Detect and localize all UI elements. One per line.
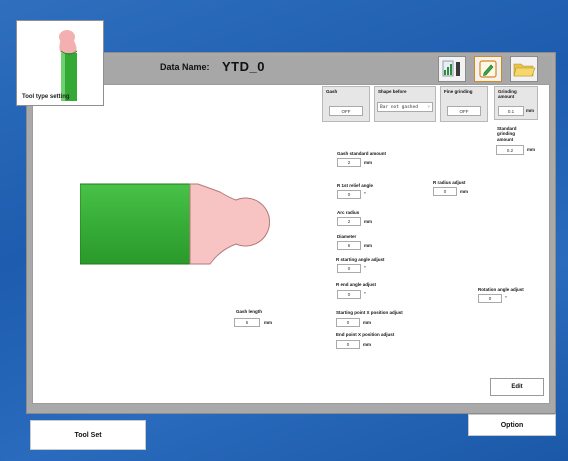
gash-length-label: Gash length <box>236 309 263 314</box>
starting-point-x-position-adjust-unit: mm <box>363 320 372 325</box>
standard-grinding-amount-unit: mm <box>527 147 536 152</box>
r-1st-relief-angle-label: R 1st relief angle <box>337 183 374 188</box>
r-end-angle-adjust-input[interactable]: 0 <box>337 290 361 299</box>
shape-before-label: Shape before <box>378 89 407 94</box>
grinding-amount-unit: mm <box>526 108 535 113</box>
gash-label: Gash <box>326 89 338 94</box>
gash-length-unit: mm <box>264 320 273 325</box>
tool-set-button[interactable]: Tool Set <box>30 420 146 450</box>
r-starting-angle-adjust-unit: ° <box>364 265 366 270</box>
starting-point-x-position-adjust-label: Starting point X position adjust <box>336 310 403 315</box>
end-point-x-position-adjust-unit: mm <box>363 342 372 347</box>
pencil-icon <box>479 60 497 78</box>
diameter-label: Diameter <box>337 234 357 239</box>
data-name-value: YTD_0 <box>222 59 265 74</box>
tool-type-caption: Tool type setting <box>22 94 70 100</box>
chevron-down-icon: ˅ <box>427 105 430 110</box>
r-1st-relief-angle-unit: ° <box>364 191 366 196</box>
gash-standard-amount-unit: mm <box>364 160 373 165</box>
r-radius-adjust-label: R radius adjust <box>433 180 466 185</box>
data-name-label: Data Name: <box>160 62 210 72</box>
tool-thumbnail-icon <box>59 30 78 101</box>
chart-icon <box>442 60 460 77</box>
shape-before-value: Bar not gashed <box>380 104 418 110</box>
end-point-x-position-adjust-input[interactable]: 0 <box>336 340 360 349</box>
fine-grinding-toggle[interactable]: OFF <box>447 106 481 116</box>
r-radius-adjust-unit: mm <box>460 189 469 194</box>
edit-pencil-button[interactable] <box>474 56 502 82</box>
r-end-angle-adjust-label: R end angle adjust <box>336 282 377 287</box>
r-radius-adjust-input[interactable]: 0 <box>433 187 457 196</box>
standard-grinding-amount-input[interactable]: 0.2 <box>496 145 524 155</box>
grinding-amount-input[interactable]: 0.1 <box>498 106 524 116</box>
fine-grinding-label: Fine grinding <box>444 89 473 94</box>
r-starting-angle-adjust-input[interactable]: 0 <box>337 264 361 273</box>
arc-radius-input[interactable]: 2 <box>337 217 361 226</box>
rotation-angle-adjust-unit: ° <box>505 295 507 300</box>
shape-before-select[interactable]: Bar not gashed ˅ <box>377 102 433 112</box>
standard-grinding-amount-label: Standard grinding amount <box>497 126 517 142</box>
diameter-input[interactable]: 6 <box>337 241 361 250</box>
r-end-angle-adjust-unit: ° <box>364 291 366 296</box>
gash-box: Gash <box>322 86 370 122</box>
folder-button[interactable] <box>510 56 538 82</box>
end-point-x-position-adjust-label: End point X position adjust <box>336 332 395 337</box>
diameter-unit: mm <box>364 243 373 248</box>
gash-length-input[interactable]: 5 <box>234 318 260 327</box>
arc-radius-unit: mm <box>364 219 373 224</box>
option-button[interactable]: Option <box>468 414 556 436</box>
grinding-amount-label: Grinding amount <box>498 89 517 100</box>
r-1st-relief-angle-input[interactable]: 0 <box>337 190 361 199</box>
gash-standard-amount-label: Gash standard amount <box>337 151 387 156</box>
arc-radius-label: Arc radius <box>337 210 360 215</box>
rotation-angle-adjust-label: Rotation angle adjust <box>478 287 524 292</box>
r-starting-angle-adjust-label: R starting angle adjust <box>336 257 385 262</box>
chart-button[interactable] <box>438 56 466 82</box>
starting-point-x-position-adjust-input[interactable]: 0 <box>336 318 360 327</box>
fine-grinding-box: Fine grinding <box>440 86 488 122</box>
rotation-angle-adjust-input[interactable]: 0 <box>478 294 502 303</box>
tool-profile-drawing <box>80 183 270 265</box>
gash-toggle[interactable]: OFF <box>329 106 363 116</box>
edit-button[interactable]: Edit <box>490 378 544 396</box>
folder-icon <box>513 63 536 77</box>
gash-standard-amount-input[interactable]: 2 <box>337 158 361 167</box>
